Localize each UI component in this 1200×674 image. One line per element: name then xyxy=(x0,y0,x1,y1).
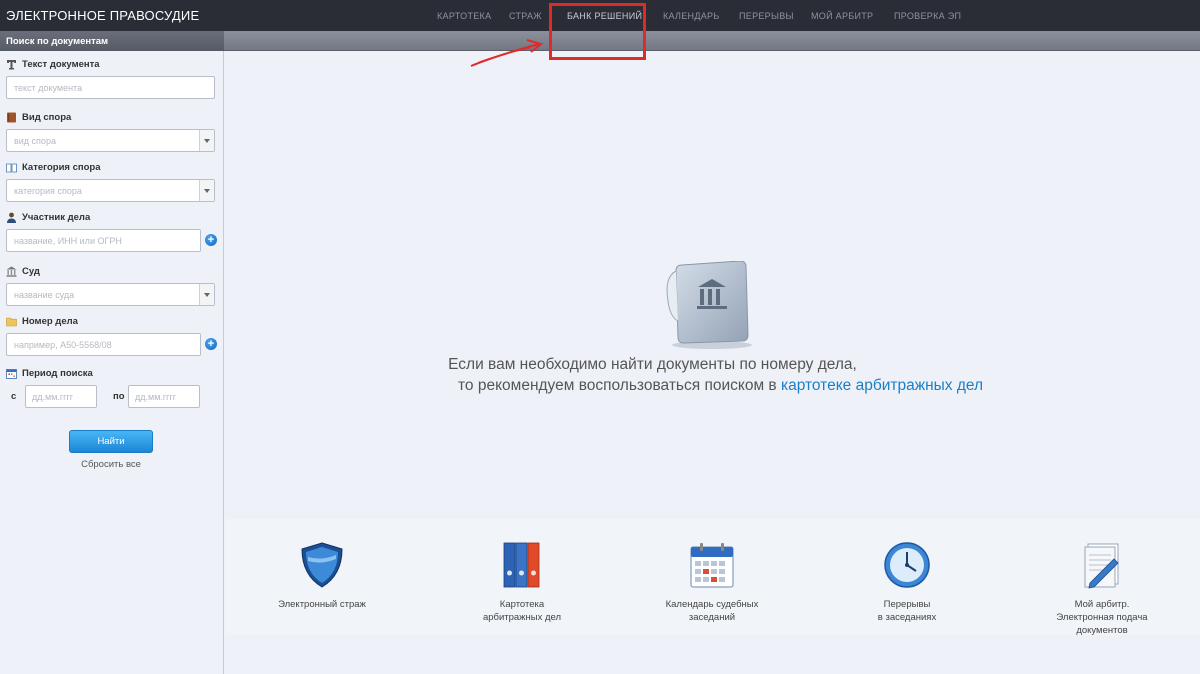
tile-court-calendar[interactable]: Календарь судебных заседаний xyxy=(642,541,782,624)
person-icon xyxy=(7,212,16,223)
period-from-input[interactable] xyxy=(25,385,97,408)
period-to-label: по xyxy=(113,391,125,402)
chevron-down-icon[interactable] xyxy=(199,130,214,151)
nav-item-proverka-ep[interactable]: ПРОВЕРКА ЭП xyxy=(894,11,961,21)
tile-label-line: Календарь судебных xyxy=(665,599,759,610)
nav-item-strazh[interactable]: СТРАЖ xyxy=(509,11,542,21)
tile-label-line: арбитражных дел xyxy=(482,612,562,623)
nav-item-moy-arbitr[interactable]: МОЙ АРБИТР xyxy=(811,11,873,21)
top-navigation-bar: ЭЛЕКТРОННОЕ ПРАВОСУДИЕ КАРТОТЕКА СТРАЖ Б… xyxy=(0,0,1200,31)
calendar-icon xyxy=(690,543,734,588)
tile-breaks-in-sessions[interactable]: Перерывы в заседаниях xyxy=(837,541,977,624)
nav-item-kalendar[interactable]: КАЛЕНДАРЬ xyxy=(663,11,720,21)
dispute-type-label: Вид спора xyxy=(6,112,71,123)
participant-input[interactable] xyxy=(6,229,201,252)
period-to-input[interactable] xyxy=(128,385,200,408)
folder-icon xyxy=(6,317,17,327)
court-select[interactable]: название суда xyxy=(6,283,215,306)
tile-label-line: документов xyxy=(1076,625,1128,636)
case-number-input[interactable] xyxy=(6,333,201,356)
find-button[interactable]: Найти xyxy=(69,430,153,453)
brand-title[interactable]: ЭЛЕКТРОННОЕ ПРАВОСУДИЕ xyxy=(6,8,199,23)
dispute-category-select[interactable]: категория спора xyxy=(6,179,215,202)
hint-line-1: Если вам необходимо найти документы по н… xyxy=(448,356,857,373)
case-number-label: Номер дела xyxy=(6,316,78,327)
tile-label-line: Мой арбитр. xyxy=(1074,599,1130,610)
tile-electronic-guard[interactable]: Электронный страж xyxy=(252,541,392,611)
text-icon xyxy=(7,60,16,70)
dispute-type-select[interactable]: вид спора xyxy=(6,129,215,152)
add-participant-button[interactable]: + xyxy=(205,234,217,246)
case-file-link[interactable]: картотеке арбитражных дел xyxy=(781,377,983,394)
court-label: Суд xyxy=(6,266,40,277)
text-document-label: Текст документа xyxy=(6,59,100,70)
tile-label-line: Электронная подача xyxy=(1056,612,1148,623)
reset-all-link[interactable]: Сбросить все xyxy=(0,459,222,470)
chevron-down-icon[interactable] xyxy=(199,180,214,201)
dispute-category-label: Категория спора xyxy=(6,162,101,173)
clock-icon xyxy=(884,542,930,588)
main-content: Если вам необходимо найти документы по н… xyxy=(225,51,1200,674)
tile-label-line: заседаний xyxy=(688,612,736,623)
court-building-icon xyxy=(6,266,17,277)
tile-my-arbiter[interactable]: Мой арбитр. Электронная подача документов xyxy=(1032,541,1172,637)
tile-label-line: в заседаниях xyxy=(877,612,937,623)
hint-line-2: то рекомендуем воспользоваться поиском в… xyxy=(458,377,984,394)
document-pen-icon xyxy=(1084,543,1119,589)
nav-item-kartoteka[interactable]: КАРТОТЕКА xyxy=(437,11,491,21)
chevron-down-icon[interactable] xyxy=(199,284,214,305)
shield-icon xyxy=(301,542,343,588)
nav-item-pereryvy[interactable]: ПЕРЕРЫВЫ xyxy=(739,11,794,21)
sidebar-title: Поиск по документам xyxy=(0,31,224,51)
tile-case-file[interactable]: Картотека арбитражных дел xyxy=(452,541,592,624)
binders-icon xyxy=(503,542,540,588)
book-icon xyxy=(7,112,16,123)
period-label: Период поиска xyxy=(6,368,93,379)
add-case-number-button[interactable]: + xyxy=(205,338,217,350)
participant-label: Участник дела xyxy=(6,212,90,223)
secondary-bar: Поиск по документам xyxy=(0,31,1200,51)
calendar-icon xyxy=(6,369,17,379)
tile-label-line: Перерывы xyxy=(883,599,931,610)
decisions-bank-icon xyxy=(666,261,752,349)
period-from-label: с xyxy=(11,391,17,402)
tile-label-line: Картотека xyxy=(499,599,545,610)
nav-item-bank-resheniy[interactable]: БАНК РЕШЕНИЙ xyxy=(567,11,642,21)
text-document-input[interactable] xyxy=(6,76,215,99)
open-book-icon xyxy=(6,163,17,173)
